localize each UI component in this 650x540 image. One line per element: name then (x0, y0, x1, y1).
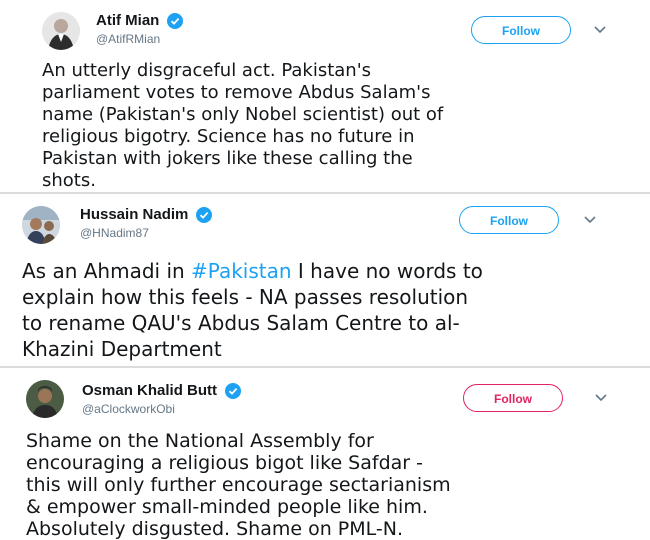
tweet-text: As an Ahmadi in #Pakistan I have no word… (22, 258, 632, 362)
follow-button[interactable]: Follow (459, 206, 559, 234)
chevron-down-icon[interactable] (584, 216, 596, 224)
author-block: Hussain Nadim @HNadim87 (80, 204, 213, 240)
display-name[interactable]: Atif Mian (96, 12, 159, 29)
follow-button[interactable]: Follow (463, 384, 563, 412)
tweet-text-part: As an Ahmadi in (22, 259, 192, 283)
handle[interactable]: @AtifRMian (96, 32, 183, 46)
tweet-card: Atif Mian @AtifRMian Follow An utterly d… (0, 0, 650, 192)
avatar[interactable] (42, 12, 80, 50)
hashtag-link[interactable]: #Pakistan (191, 259, 292, 283)
tweet-text: An utterly disgraceful act. Pakistan's p… (42, 60, 444, 191)
author-block: Atif Mian @AtifRMian (96, 10, 184, 46)
tweet-card: Osman Khalid Butt @aClockworkObi Follow … (0, 368, 650, 540)
verified-badge-icon (225, 382, 242, 399)
display-name[interactable]: Osman Khalid Butt (82, 382, 217, 399)
verified-badge-icon (167, 12, 184, 29)
chevron-down-icon[interactable] (594, 26, 606, 34)
handle[interactable]: @HNadim87 (80, 226, 212, 240)
chevron-down-icon[interactable] (595, 394, 607, 402)
tweet-card: Hussain Nadim @HNadim87 Follow As an Ahm… (0, 194, 650, 366)
verified-badge-icon (196, 206, 213, 223)
avatar[interactable] (22, 206, 60, 244)
tweet-text: Shame on the National Assembly for encou… (26, 430, 451, 540)
author-block: Osman Khalid Butt @aClockworkObi (82, 380, 242, 416)
display-name[interactable]: Hussain Nadim (80, 206, 188, 223)
handle[interactable]: @aClockworkObi (82, 402, 241, 416)
avatar[interactable] (26, 380, 64, 418)
follow-button[interactable]: Follow (471, 16, 571, 44)
